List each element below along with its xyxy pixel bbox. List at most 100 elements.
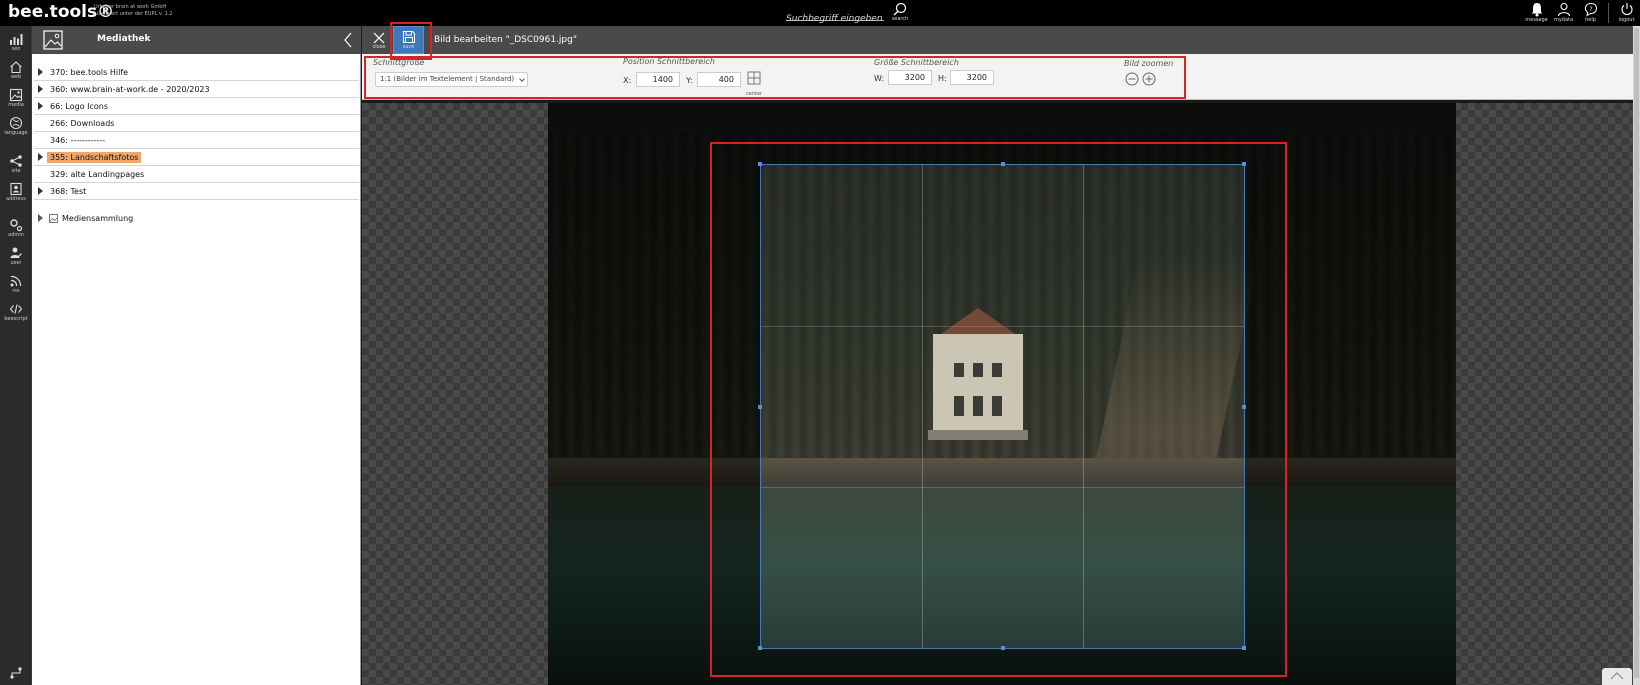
tree-gap (32, 200, 361, 210)
nav-label-admin: admin (8, 232, 24, 238)
top-separator (1608, 3, 1609, 23)
mediathek-panel: Mediathek 370: bee.tools Hilfe 360: www.… (32, 26, 361, 685)
expand-caret-icon[interactable] (38, 153, 43, 161)
help-icon: ? (1584, 2, 1597, 17)
tree-item-66[interactable]: 66: Logo Icons (34, 98, 359, 115)
flow-icon (10, 667, 22, 679)
tree-item-label: 368: Test (50, 187, 87, 196)
message-button[interactable]: message (1523, 0, 1550, 26)
license-line-1: Urheber brain at work GmbH (94, 4, 167, 10)
nav-item-seo[interactable]: seo (0, 32, 32, 58)
mydata-button[interactable]: mydata (1550, 0, 1577, 26)
nav-item-rss[interactable]: rss (0, 274, 32, 300)
expand-caret-icon[interactable] (38, 102, 43, 110)
nav-label-media: media (8, 102, 24, 108)
tree-item-label: 346: ------------ (50, 136, 106, 145)
language-icon (9, 116, 23, 130)
nav-label-site: site (11, 168, 21, 174)
bell-icon (1531, 3, 1542, 17)
search-input[interactable] (786, 12, 884, 26)
editor-title: Bild bearbeiten "_DSC0961.jpg" (434, 35, 577, 45)
expand-caret-icon[interactable] (38, 187, 43, 195)
tree-item-mediensammlung[interactable]: Mediensammlung (34, 210, 359, 227)
close-button[interactable]: close (370, 29, 388, 51)
app-root: bee.tools® Urheber brain at work GmbH Li… (0, 0, 1640, 685)
left-nav: seo web media language site address admi… (0, 26, 32, 685)
tree-item-355-selected[interactable]: 355: Landschaftsfotos (34, 149, 359, 166)
nav-item-site[interactable]: site (0, 154, 32, 180)
help-label: help (1585, 17, 1596, 23)
nav-item-web[interactable]: web (0, 60, 32, 86)
top-right-actions: message mydata ? help logout (1523, 0, 1640, 26)
message-label: message (1525, 17, 1548, 23)
close-icon (373, 32, 385, 44)
image-icon (9, 88, 23, 102)
tree-item-label: 266: Downloads (50, 119, 115, 128)
nav-label-seo: seo (11, 46, 21, 52)
collection-image-icon (49, 214, 58, 223)
tree-item-label: Mediensammlung (62, 214, 134, 223)
tree-item-346[interactable]: 346: ------------ (34, 132, 359, 149)
logout-button[interactable]: logout (1613, 0, 1640, 26)
sitemap-icon (10, 155, 22, 167)
mediathek-title: Mediathek (97, 34, 151, 44)
help-button[interactable]: ? help (1577, 0, 1604, 26)
nav-item-tree-toggle[interactable] (0, 666, 32, 685)
tree-item-370[interactable]: 370: bee.tools Hilfe (34, 64, 359, 81)
user-edit-icon (10, 247, 22, 258)
chevron-left-icon[interactable] (343, 32, 353, 48)
search-label: search (891, 16, 909, 22)
nav-item-admin[interactable]: admin (0, 218, 32, 244)
rss-icon (10, 275, 22, 287)
tree-item-266[interactable]: 266: Downloads (34, 115, 359, 132)
tree-item-label: 66: Logo Icons (50, 102, 109, 111)
tree-item-368[interactable]: 368: Test (34, 183, 359, 200)
search-button[interactable]: search (888, 1, 912, 25)
search-icon (893, 2, 907, 16)
nav-item-address[interactable]: address (0, 182, 32, 208)
license-line-2: Lizensiert unter der EUPL v. 1.2 (94, 11, 173, 17)
nav-label-language: language (4, 130, 28, 136)
chart-icon (10, 34, 23, 45)
mediathek-header: Mediathek (32, 26, 361, 54)
nav-label-web: web (10, 74, 22, 80)
close-label: close (372, 44, 386, 50)
expand-caret-icon[interactable] (38, 214, 43, 222)
tree-item-329[interactable]: 329: alte Landingpages (34, 166, 359, 183)
user-icon (1557, 2, 1570, 17)
nav-label-user: user (10, 260, 22, 266)
nav-item-user[interactable]: user (0, 246, 32, 272)
page-scrollbar[interactable] (1633, 26, 1640, 685)
nav-item-media[interactable]: media (0, 88, 32, 114)
scrollbar-thumb[interactable] (1634, 28, 1639, 678)
expand-caret-icon[interactable] (38, 68, 43, 76)
tree-item-label: 329: alte Landingpages (50, 170, 145, 179)
expand-caret-icon[interactable] (38, 85, 43, 93)
toolbar-highlight-frame (364, 56, 1186, 99)
mediathek-image-icon (43, 30, 63, 50)
tree-item-360[interactable]: 360: www.brain-at-work.de - 2020/2023 (34, 81, 359, 98)
search-field-wrap (786, 6, 884, 26)
tree-item-label: 355: Landschaftsfotos (47, 152, 142, 163)
logout-label: logout (1618, 17, 1635, 23)
nav-label-beescript: beescript (4, 316, 28, 322)
tree-item-label: 370: bee.tools Hilfe (50, 68, 129, 77)
top-bar: bee.tools® Urheber brain at work GmbH Li… (0, 0, 1640, 26)
scroll-to-top-button[interactable] (1602, 668, 1632, 685)
crop-highlight-frame (710, 142, 1287, 677)
nav-label-rss: rss (12, 288, 20, 294)
svg-text:?: ? (1589, 6, 1592, 13)
save-highlight-frame (390, 22, 432, 60)
tree-item-label: 360: www.brain-at-work.de - 2020/2023 (50, 85, 210, 94)
editor-header: close save Bild bearbeiten "_DSC0961.jpg… (362, 26, 1640, 54)
gears-icon (10, 219, 23, 232)
address-icon (10, 182, 22, 196)
nav-label-address: address (6, 196, 26, 202)
home-icon (10, 61, 22, 74)
code-icon (9, 304, 23, 314)
mydata-label: mydata (1553, 17, 1574, 23)
nav-item-language[interactable]: language (0, 116, 32, 142)
nav-item-beescript[interactable]: beescript (0, 302, 32, 328)
media-tree: 370: bee.tools Hilfe 360: www.brain-at-w… (32, 64, 361, 227)
power-icon (1621, 3, 1632, 16)
